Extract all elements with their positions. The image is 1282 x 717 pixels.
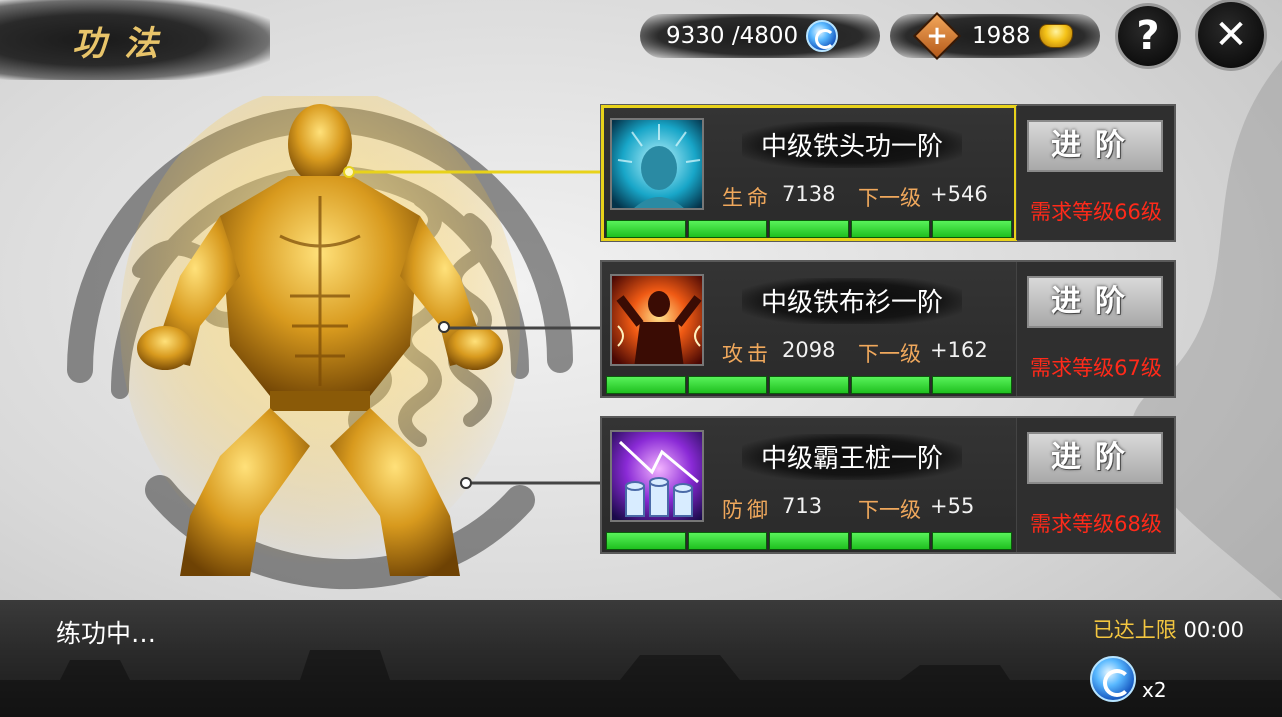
advance-button[interactable]: 进阶 bbox=[1027, 432, 1163, 484]
gold-counter: + 1988 bbox=[890, 11, 1100, 61]
progress-segment bbox=[932, 532, 1012, 550]
stat-value: 2098 bbox=[782, 338, 836, 362]
stat-value: 713 bbox=[782, 494, 823, 518]
progress-segment bbox=[769, 376, 849, 394]
next-level-label: 下一级 bbox=[858, 342, 921, 366]
energy-value: 9330 /4800 bbox=[666, 23, 799, 49]
level-requirement: 需求等级67级 bbox=[1030, 356, 1162, 380]
skill-card-side: 进阶 需求等级67级 bbox=[1016, 262, 1174, 396]
next-level-label: 下一级 bbox=[858, 186, 921, 210]
next-level-label: 下一级 bbox=[858, 498, 921, 522]
limit-timer: 已达上限 00:00 bbox=[1093, 614, 1244, 644]
gold-value: 1988 bbox=[972, 23, 1031, 49]
skill-card-overlord-stance[interactable]: 中级霸王桩一阶 防御 713 下一级 +55 进阶 需求等级68级 bbox=[600, 416, 1176, 554]
connector-line-1 bbox=[351, 170, 603, 174]
gold-ingot-icon bbox=[1038, 24, 1073, 48]
question-mark-icon: ? bbox=[1136, 13, 1160, 59]
stat-label: 攻击 bbox=[722, 342, 772, 366]
overlord-stance-skill-icon bbox=[610, 430, 704, 522]
skill-progress-bar bbox=[606, 220, 1012, 238]
skill-progress-bar bbox=[606, 376, 1012, 394]
close-icon: ✕ bbox=[1214, 12, 1248, 58]
close-button[interactable]: ✕ bbox=[1198, 2, 1264, 68]
progress-segment bbox=[687, 220, 768, 238]
progress-segment bbox=[769, 220, 849, 238]
plus-icon: + bbox=[926, 21, 948, 51]
progress-segment bbox=[932, 376, 1012, 394]
progress-segment bbox=[606, 220, 686, 238]
progress-segment bbox=[850, 532, 931, 550]
progress-segment bbox=[687, 376, 768, 394]
progress-segment bbox=[606, 532, 686, 550]
skill-progress-bar bbox=[606, 532, 1012, 550]
training-status-text: 练功中… bbox=[56, 619, 157, 648]
skill-card-side: 进阶 需求等级68级 bbox=[1016, 418, 1174, 552]
help-button[interactable]: ? bbox=[1118, 6, 1178, 66]
stat-value: 7138 bbox=[782, 182, 836, 206]
connector-line-2 bbox=[445, 326, 603, 330]
stat-label: 防御 bbox=[722, 498, 772, 522]
connector-dot-3 bbox=[460, 477, 472, 489]
progress-segment bbox=[687, 532, 768, 550]
progress-segment bbox=[769, 532, 849, 550]
page-title: 功法 bbox=[72, 24, 176, 64]
iron-shirt-skill-icon bbox=[610, 274, 704, 366]
skill-card-side: 进阶 需求等级66级 bbox=[1016, 106, 1174, 240]
skill-card-main: 中级铁布衫一阶 攻击 2098 下一级 +162 bbox=[602, 262, 1016, 396]
limit-label: 已达上限 bbox=[1092, 618, 1177, 642]
connector-dot-2 bbox=[438, 321, 450, 333]
add-gold-button[interactable]: + bbox=[912, 11, 962, 61]
progress-segment bbox=[932, 220, 1012, 238]
iron-head-skill-icon bbox=[610, 118, 704, 210]
energy-orb-icon bbox=[806, 20, 839, 52]
progress-segment bbox=[850, 376, 931, 394]
level-requirement: 需求等级66级 bbox=[1030, 200, 1162, 224]
skill-card-main: 中级铁头功一阶 生命 7138 下一级 +546 bbox=[601, 105, 1017, 241]
next-level-value: +546 bbox=[930, 182, 988, 206]
skill-name: 中级铁头功一阶 bbox=[760, 132, 943, 162]
skill-card-iron-shirt[interactable]: 中级铁布衫一阶 攻击 2098 下一级 +162 进阶 需求等级67级 bbox=[600, 260, 1176, 398]
connector-dot-1 bbox=[343, 166, 355, 178]
skill-card-iron-head[interactable]: 中级铁头功一阶 生命 7138 下一级 +546 进阶 需求等级66级 bbox=[600, 104, 1176, 242]
progress-segment bbox=[606, 376, 686, 394]
energy-orb-icon bbox=[1090, 656, 1136, 702]
advance-button[interactable]: 进阶 bbox=[1027, 120, 1163, 172]
level-requirement: 需求等级68级 bbox=[1030, 512, 1162, 536]
progress-segment bbox=[850, 220, 931, 238]
timer-value: 00:00 bbox=[1183, 618, 1244, 642]
stat-label: 生命 bbox=[722, 186, 772, 210]
next-level-value: +55 bbox=[930, 494, 975, 518]
energy-counter: 9330 /4800 bbox=[640, 14, 880, 58]
multiplier: x2 bbox=[1142, 678, 1167, 702]
advance-button[interactable]: 进阶 bbox=[1027, 276, 1163, 328]
skill-name: 中级铁布衫一阶 bbox=[760, 288, 943, 318]
skill-name: 中级霸王桩一阶 bbox=[760, 444, 943, 474]
skill-card-main: 中级霸王桩一阶 防御 713 下一级 +55 bbox=[602, 418, 1016, 552]
connector-line-3 bbox=[466, 481, 604, 485]
next-level-value: +162 bbox=[930, 338, 988, 362]
